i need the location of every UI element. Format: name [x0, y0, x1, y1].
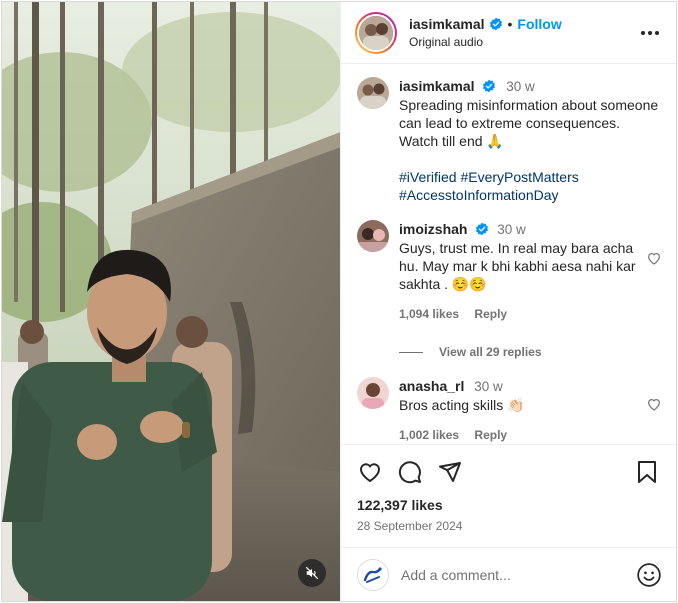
comment-time[interactable]: 30 w [497, 222, 526, 237]
avatar-image [359, 15, 393, 50]
post-date[interactable]: 28 September 2024 [357, 519, 660, 533]
caption-avatar[interactable] [357, 77, 389, 109]
commenter-username[interactable]: imoizshah [399, 221, 467, 237]
comment-text: Guys, trust me. In real may bara acha hu… [399, 240, 636, 292]
view-replies-label[interactable]: View all 29 replies [439, 345, 542, 359]
comments-section[interactable]: iasimkamal 30 w Spreading misinformation… [341, 65, 676, 443]
emoji-icon[interactable] [636, 562, 662, 588]
like-comment-icon[interactable] [646, 396, 662, 412]
follow-button[interactable]: Follow [517, 16, 561, 32]
comment-likes[interactable]: 1,094 likes [399, 307, 459, 321]
post-dialog: iasimkamal • Follow Original audio iasim… [1, 1, 677, 602]
post-actions: 122,397 likes 28 September 2024 [341, 444, 676, 533]
comment-item: anasha_rl 30 w Bros acting skills 👏🏻 1,0… [357, 377, 662, 443]
commenter-username[interactable]: anasha_rl [399, 378, 464, 394]
comment-composer [341, 547, 676, 601]
more-options-icon[interactable] [638, 21, 662, 45]
reply-button[interactable]: Reply [474, 428, 507, 442]
view-replies-button[interactable]: View all 29 replies [399, 345, 662, 359]
caption-text: Spreading misinformation about someone c… [399, 97, 659, 149]
comment-likes[interactable]: 1,002 likes [399, 428, 459, 442]
likes-count[interactable]: 122,397 likes [357, 497, 660, 513]
audio-label[interactable]: Original audio [409, 35, 638, 49]
caption-hashtags[interactable]: #iVerified #EveryPostMatters #AccesstoIn… [399, 168, 662, 204]
replies-divider [399, 351, 423, 353]
mute-button[interactable] [298, 559, 326, 587]
commenter-avatar[interactable] [357, 220, 389, 252]
paper-plane-icon[interactable] [437, 459, 463, 485]
separator-dot: • [507, 16, 513, 32]
caption: iasimkamal 30 w Spreading misinformation… [357, 77, 662, 204]
current-user-avatar [357, 558, 389, 591]
author-username[interactable]: iasimkamal [409, 16, 485, 32]
commenter-avatar[interactable] [357, 377, 389, 409]
comment-item: imoizshah 30 w Guys, trust me. In real m… [357, 220, 662, 323]
post-header: iasimkamal • Follow Original audio [341, 2, 676, 64]
heart-icon[interactable] [357, 459, 383, 485]
verified-badge-icon [476, 222, 489, 236]
reply-button[interactable]: Reply [474, 307, 507, 321]
add-comment-input[interactable] [401, 566, 636, 583]
verified-badge-icon [489, 17, 502, 31]
post-video[interactable] [2, 2, 340, 601]
verified-badge-icon [483, 79, 496, 93]
like-comment-icon[interactable] [646, 250, 662, 266]
caption-username[interactable]: iasimkamal [399, 78, 475, 94]
comment-text: Bros acting skills 👏🏻 [399, 397, 525, 413]
speaker-muted-icon [305, 566, 319, 580]
post-panel: iasimkamal • Follow Original audio iasim… [340, 2, 676, 601]
bookmark-icon[interactable] [634, 459, 660, 485]
video-frame-image [2, 2, 340, 601]
caption-time[interactable]: 30 w [506, 79, 535, 94]
comment-time[interactable]: 30 w [474, 379, 503, 394]
comment-icon[interactable] [397, 459, 423, 485]
author-avatar[interactable] [355, 11, 397, 54]
